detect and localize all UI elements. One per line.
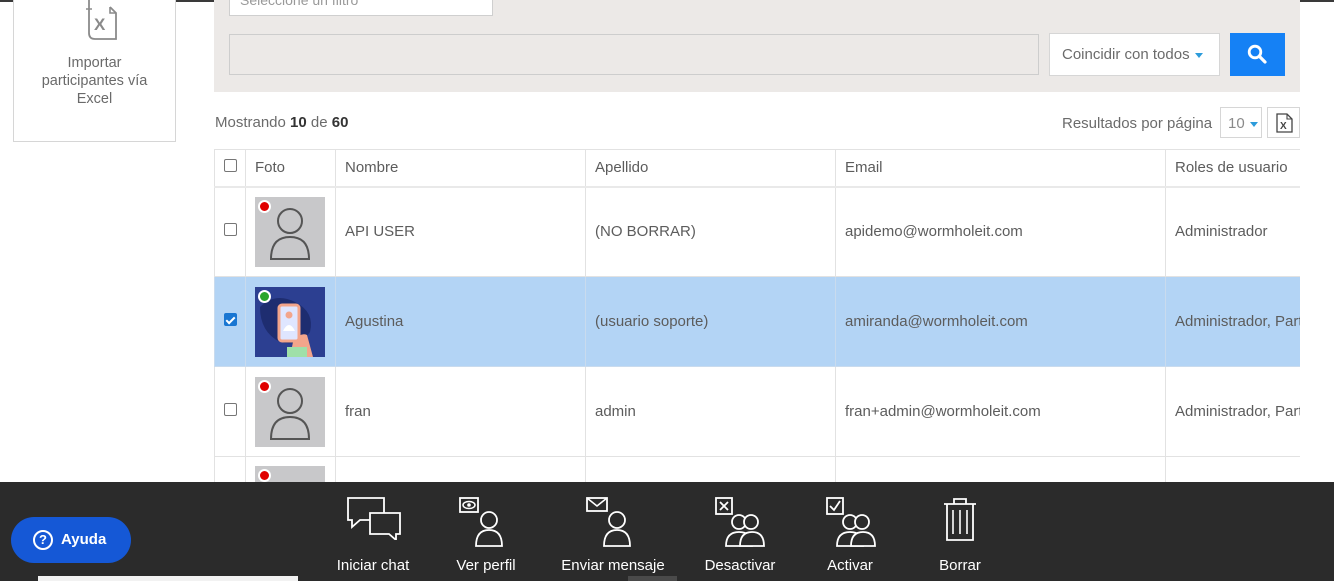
start-chat-button[interactable]: Iniciar chat xyxy=(333,482,413,581)
photo-cell xyxy=(245,456,336,482)
import-excel-card[interactable]: X Importar participantes vía Excel xyxy=(13,0,176,142)
photo-cell xyxy=(245,276,336,367)
table-row[interactable]: fran admin fran+admin@wormholeit.com Adm… xyxy=(214,366,1300,457)
cell-roles: Administrador, Participante xyxy=(1165,366,1300,457)
svg-text:X: X xyxy=(94,15,106,34)
row-select-cell xyxy=(214,366,246,457)
offline-status-dot xyxy=(258,469,271,482)
help-icon: ? xyxy=(33,530,53,550)
svg-text:X: X xyxy=(1280,121,1287,132)
column-header-email[interactable]: Email xyxy=(835,149,1166,188)
cell-email xyxy=(835,456,1166,482)
start-chat-label: Iniciar chat xyxy=(336,557,410,574)
users-table: Foto Nombre Apellido Email Roles de usua… xyxy=(214,149,1300,482)
import-excel-label: Importar participantes vía Excel xyxy=(41,55,148,107)
per-page-select[interactable]: 10 xyxy=(1220,107,1262,138)
row-select-cell xyxy=(214,456,246,482)
view-profile-icon xyxy=(459,497,503,547)
trash-icon xyxy=(944,498,976,541)
row-checkbox[interactable] xyxy=(223,313,237,326)
cell-nombre: fran xyxy=(335,366,586,457)
cell-email: amiranda@wormholeit.com xyxy=(835,276,1166,367)
activate-button[interactable]: Activar xyxy=(815,482,885,581)
send-message-icon xyxy=(586,497,631,547)
deactivate-label: Desactivar xyxy=(704,557,776,574)
cell-apellido: (usuario soporte) xyxy=(585,276,836,367)
excel-export-icon: X xyxy=(1276,113,1293,133)
bottom-strip xyxy=(38,576,298,581)
search-icon xyxy=(1247,44,1267,64)
photo-cell xyxy=(245,186,336,277)
table-header-row: Foto Nombre Apellido Email Roles de usua… xyxy=(214,149,1300,188)
search-button[interactable] xyxy=(1230,33,1285,76)
filter-select[interactable]: Seleccione un filtro xyxy=(229,0,493,16)
send-message-button[interactable]: Enviar mensaje xyxy=(558,482,668,581)
chevron-down-icon xyxy=(1249,121,1258,127)
chevron-down-icon xyxy=(1194,52,1203,58)
column-header-apellido[interactable]: Apellido xyxy=(585,149,836,188)
view-profile-label: Ver perfil xyxy=(456,557,516,574)
select-all-checkbox[interactable] xyxy=(223,159,237,173)
online-status-dot xyxy=(258,289,271,303)
column-header-foto[interactable]: Foto xyxy=(245,149,336,188)
cell-nombre xyxy=(335,456,586,482)
activate-users-icon xyxy=(826,497,876,547)
export-excel-button[interactable]: X xyxy=(1267,107,1300,138)
row-checkbox[interactable] xyxy=(223,223,237,237)
showing-prefix: Mostrando xyxy=(215,114,286,131)
cell-apellido: (NO BORRAR) xyxy=(585,186,836,277)
row-select-cell xyxy=(214,186,246,277)
scroll-indicator xyxy=(628,576,677,581)
photo-cell xyxy=(245,366,336,457)
cell-roles xyxy=(1165,456,1300,482)
avatar[interactable] xyxy=(255,196,325,267)
match-mode-value: Coincidir con todos xyxy=(1062,46,1190,63)
per-page-value: 10 xyxy=(1228,115,1245,132)
avatar[interactable] xyxy=(255,286,325,357)
showing-of: de xyxy=(310,114,328,131)
delete-label: Borrar xyxy=(939,557,981,574)
row-select-cell xyxy=(214,276,246,367)
cell-roles: Administrador xyxy=(1165,186,1300,277)
table-row[interactable] xyxy=(214,456,1300,482)
deactivate-users-icon xyxy=(715,497,765,547)
avatar[interactable] xyxy=(255,466,325,482)
select-all-cell xyxy=(214,149,246,188)
offline-status-dot xyxy=(258,379,271,393)
activate-label: Activar xyxy=(827,557,873,574)
results-count: Mostrando 10 de 60 xyxy=(215,114,348,131)
cell-roles: Administrador, Participante xyxy=(1165,276,1300,367)
help-button[interactable]: ? Ayuda xyxy=(11,517,131,563)
cell-apellido xyxy=(585,456,836,482)
send-message-label: Enviar mensaje xyxy=(561,557,665,574)
chat-bubbles-icon xyxy=(347,497,401,540)
user-list-page: X Importar participantes vía Excel Selec… xyxy=(0,0,1334,581)
filter-panel: Seleccione un filtro Coincidir con todos xyxy=(214,0,1300,92)
cell-email: fran+admin@wormholeit.com xyxy=(835,366,1166,457)
row-checkbox[interactable] xyxy=(223,403,237,416)
table-row[interactable]: Agustina (usuario soporte) amiranda@worm… xyxy=(214,276,1300,367)
action-toolbar: Iniciar chat Ver perfil Enviar mensaje D… xyxy=(0,482,1334,581)
search-input[interactable] xyxy=(229,34,1039,75)
help-label: Ayuda xyxy=(61,531,107,548)
per-page-label: Resultados por página xyxy=(1062,115,1213,132)
showing-count: 10 xyxy=(290,114,307,131)
column-header-nombre[interactable]: Nombre xyxy=(335,149,586,188)
cell-email: apidemo@wormholeit.com xyxy=(835,186,1166,277)
table-row[interactable]: API USER (NO BORRAR) apidemo@wormholeit.… xyxy=(214,186,1300,277)
cell-apellido: admin xyxy=(585,366,836,457)
cell-nombre: API USER xyxy=(335,186,586,277)
match-mode-select[interactable]: Coincidir con todos xyxy=(1049,33,1220,76)
avatar[interactable] xyxy=(255,376,325,447)
offline-status-dot xyxy=(258,199,271,213)
delete-button[interactable]: Borrar xyxy=(925,482,995,581)
excel-file-icon: X xyxy=(86,0,117,40)
filter-select-placeholder: Seleccione un filtro xyxy=(240,0,359,8)
deactivate-button[interactable]: Desactivar xyxy=(700,482,780,581)
column-header-roles[interactable]: Roles de usuario xyxy=(1165,149,1300,188)
showing-total: 60 xyxy=(331,114,349,131)
view-profile-button[interactable]: Ver perfil xyxy=(450,482,522,581)
cell-nombre: Agustina xyxy=(335,276,586,367)
